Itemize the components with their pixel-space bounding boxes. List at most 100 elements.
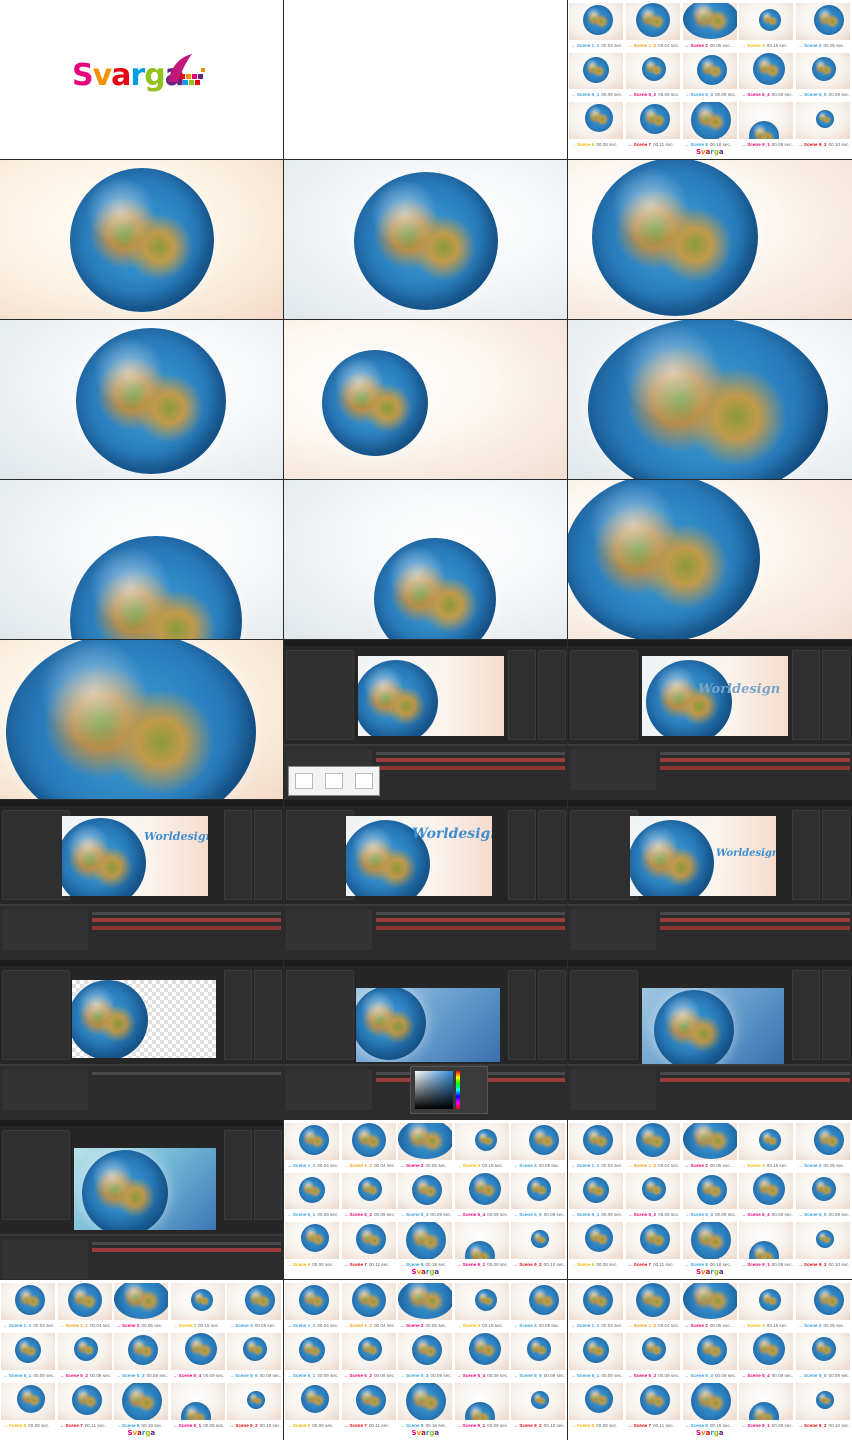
scene-duration: 00.11 sec. bbox=[653, 1423, 674, 1428]
scene-label: → Scene 5_5 00.09 sec. bbox=[798, 1373, 850, 1378]
globe-image bbox=[6, 640, 256, 799]
ae-editor-screenshot: Worldesign bbox=[568, 640, 852, 799]
effects-panel bbox=[538, 810, 566, 900]
scene-thumbnail bbox=[454, 1222, 509, 1259]
scene-thumbnail bbox=[341, 1123, 396, 1160]
scene-label: → Scene 1_1 00.04 sec. bbox=[287, 1323, 339, 1328]
scene-duration: 00.09 sec. bbox=[259, 1373, 281, 1378]
globe-image bbox=[474, 1289, 497, 1312]
contact-sheet: Svarga → Scene 1_100.04 sec.→ Scene 1_20… bbox=[0, 0, 852, 1440]
scene-label: → Scene 1_1 00.04 sec. bbox=[571, 43, 623, 48]
globe-image bbox=[696, 1174, 727, 1205]
scene-duration: 00.09 sec. bbox=[487, 1373, 509, 1378]
info-panel bbox=[224, 1130, 252, 1220]
scene-duration: 00.08 sec. bbox=[487, 1423, 509, 1428]
scene-label: → Scene 5_3 00.09 sec. bbox=[116, 1373, 168, 1378]
scene-label: → Scene 5_4 00.09 sec. bbox=[173, 1373, 225, 1378]
scene-duration: 00.06 sec. bbox=[596, 142, 618, 147]
scene-duration: 00.08 sec. bbox=[771, 1423, 793, 1428]
scene-name: → Scene 5_5 bbox=[798, 1212, 827, 1218]
scene-duration: 00.09 sec. bbox=[89, 1373, 112, 1378]
scene-thumbnail bbox=[170, 1283, 225, 1320]
globe-image bbox=[696, 54, 727, 85]
globe-image bbox=[72, 980, 148, 1058]
globe-image bbox=[299, 1125, 329, 1156]
info-panel bbox=[508, 970, 536, 1060]
scene-duration: 00.04 sec. bbox=[601, 42, 623, 48]
logo-wing-icon bbox=[168, 54, 205, 85]
scene-thumbnail bbox=[796, 1172, 851, 1210]
scene-label: → Scene 8 00.18 sec. bbox=[685, 142, 731, 147]
logo-letter: a bbox=[111, 58, 131, 93]
scene-label: → Scene 3 00.15 sec. bbox=[741, 1163, 787, 1168]
scene-name: → Scene 5_4 bbox=[172, 1373, 202, 1378]
globe-image bbox=[690, 102, 731, 139]
scene-label: → Scene 5_3 00.09 sec. bbox=[685, 1373, 737, 1378]
scene-name: → Scene 6 bbox=[571, 1262, 595, 1267]
scene-name: → Scene 5_3 bbox=[116, 1373, 145, 1378]
scene-label: → Scene 4 00.05 sec. bbox=[513, 1323, 559, 1328]
globe-image bbox=[357, 1176, 382, 1201]
scene-label: → Scene 9_2 00.10 sec. bbox=[229, 1423, 281, 1428]
scene-grid: → Scene 1_1 00.04 sec. → Scene 1_2 00.04 se… bbox=[284, 1120, 567, 1279]
scene-label: → Scene 5_5 00.09 sec. bbox=[798, 1212, 850, 1217]
globe-image bbox=[753, 52, 786, 85]
scene-thumbnail bbox=[285, 1222, 339, 1259]
scene-thumbnail bbox=[227, 1383, 282, 1420]
hue-slider[interactable] bbox=[456, 1071, 460, 1109]
globe-image bbox=[630, 820, 714, 896]
globe-image bbox=[812, 56, 837, 81]
scene-thumbnail bbox=[114, 1383, 169, 1420]
ae-editor-screenshot bbox=[284, 960, 567, 1119]
scene-name: → Scene 6 bbox=[3, 1423, 27, 1428]
scene-name: → Scene 9_1 bbox=[456, 1262, 486, 1267]
composition-viewer bbox=[642, 988, 784, 1064]
scene-thumbnail bbox=[569, 1222, 623, 1259]
svarga-mini-logo: Svarga bbox=[696, 1429, 724, 1437]
scene-duration: 00.11 sec. bbox=[368, 1423, 390, 1428]
scene-thumbnail bbox=[341, 1172, 396, 1210]
scene-thumbnail bbox=[682, 52, 737, 90]
scene-name: → Scene 6 bbox=[287, 1262, 311, 1267]
scene-name: → Scene 6 bbox=[571, 142, 595, 147]
globe-image bbox=[412, 1174, 443, 1205]
scene-duration: 00.09 sec. bbox=[828, 1373, 850, 1378]
scene-thumbnail bbox=[511, 1222, 566, 1259]
scene-name: → Scene 7 bbox=[343, 1262, 367, 1267]
scene-label: → Scene 7 00.11 sec. bbox=[628, 142, 674, 147]
color-field[interactable] bbox=[415, 1071, 453, 1109]
scene-thumbnail bbox=[739, 52, 794, 90]
globe-image bbox=[583, 1337, 609, 1364]
scene-duration: 00.18 sec. bbox=[709, 142, 732, 147]
effects-panel bbox=[822, 650, 850, 740]
scene-thumbnail bbox=[739, 1383, 794, 1420]
scene-name: → Scene 3 bbox=[741, 1323, 765, 1328]
project-panel bbox=[570, 650, 638, 740]
timeline-panel bbox=[0, 1234, 283, 1279]
overlay-title: Worldesign bbox=[716, 848, 776, 859]
scene-name: → Scene 9_2 bbox=[798, 142, 827, 147]
ae-editor-screenshot: Worldesign bbox=[0, 800, 283, 959]
globe-frame bbox=[0, 480, 283, 639]
scene-thumbnail bbox=[398, 1172, 453, 1210]
scene-name: → Scene 6 bbox=[571, 1423, 595, 1428]
scene-label: → Scene 5_4 00.09 sec. bbox=[741, 1373, 793, 1378]
scene-duration: 00.18 sec. bbox=[425, 1262, 447, 1267]
scene-name: → Scene 5_4 bbox=[741, 1373, 770, 1378]
scene-label: → Scene 9_1 00.08 sec. bbox=[741, 1423, 793, 1428]
scene-name: → Scene 3 bbox=[741, 42, 765, 48]
scene-label: → Scene 1_1 00.04 sec. bbox=[3, 1323, 55, 1328]
globe-image bbox=[70, 536, 242, 639]
scene-name: → Scene 8 bbox=[684, 142, 708, 147]
scene-duration: 00.15 sec. bbox=[766, 1162, 788, 1168]
scene-name: → Scene 7 bbox=[59, 1423, 83, 1428]
scene-label: → Scene 3 00.15 sec. bbox=[173, 1323, 219, 1328]
scene-name: → Scene 1_2 bbox=[343, 1323, 372, 1328]
color-picker-dialog[interactable] bbox=[410, 1066, 488, 1114]
scene-duration: 00.05 sec. bbox=[823, 1323, 845, 1328]
scene-label: → Scene 7 00.11 sec. bbox=[628, 1423, 674, 1428]
globe-image bbox=[635, 1123, 670, 1157]
scene-label: → Scene 5_4 00.09 sec. bbox=[741, 1212, 793, 1217]
scene-duration: 00.05 sec. bbox=[709, 1162, 732, 1168]
globe-image bbox=[299, 1285, 329, 1316]
